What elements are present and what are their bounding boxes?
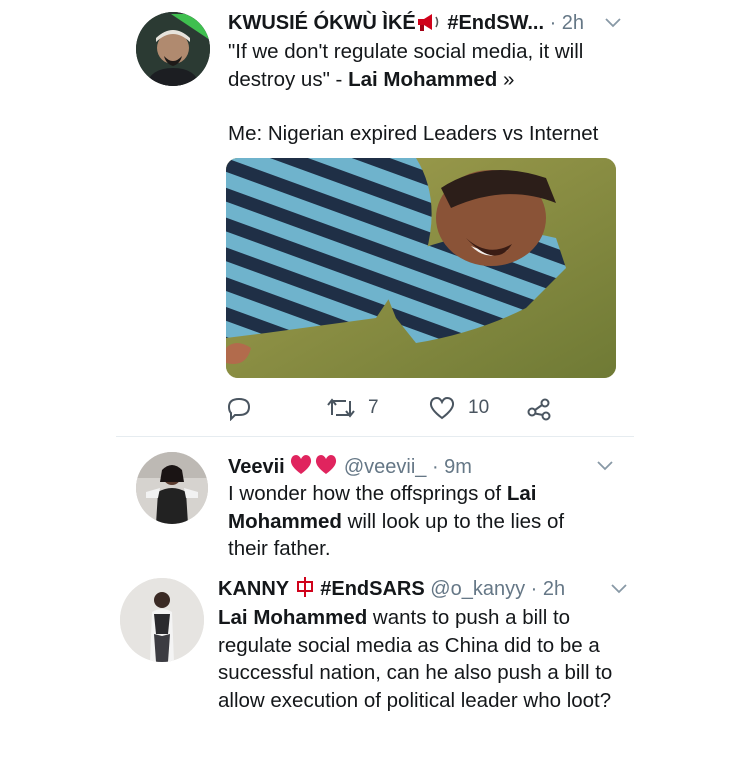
tweet-3[interactable]: KANNY #EndSARS @o_kanyy · 2h Lai Mohamme… xyxy=(0,566,750,757)
tweet-text-line: Me: Nigerian expired Leaders vs Internet xyxy=(228,122,599,145)
tweet-1[interactable]: KWUSIÉ ÓKWÙ ÌKÉ #EndSW... · 2h "If we do… xyxy=(0,0,750,440)
chevron-down-icon[interactable] xyxy=(596,460,614,472)
hashtag[interactable]: #EndSW... xyxy=(447,12,544,34)
timestamp[interactable]: · 9m xyxy=(432,456,472,478)
like-button[interactable]: 10 xyxy=(428,394,489,422)
megaphone-icon xyxy=(416,12,442,39)
mention-bold: Lai Mohammed xyxy=(348,67,498,91)
avatar[interactable] xyxy=(120,578,204,662)
china-character-icon xyxy=(295,576,315,605)
tweet-header: KANNY #EndSARS @o_kanyy · 2h xyxy=(218,576,565,605)
retweet-count: 7 xyxy=(368,397,379,418)
user-handle[interactable]: @veevii_ xyxy=(344,456,427,478)
reply-button[interactable] xyxy=(226,394,252,422)
display-name[interactable]: KANNY xyxy=(218,578,289,600)
tweet-2[interactable]: Veevii @veevii_ · 9m I wonder how the of… xyxy=(0,440,750,570)
retweet-button[interactable]: 7 xyxy=(326,394,379,422)
display-name[interactable]: Veevii xyxy=(228,456,285,478)
timestamp[interactable]: · 2h xyxy=(531,578,565,600)
tweet-actions: 7 10 xyxy=(226,394,626,422)
chevron-down-icon[interactable] xyxy=(604,17,622,29)
hashtag[interactable]: #EndSARS xyxy=(320,578,424,600)
red-heart-icon xyxy=(290,454,338,483)
divider xyxy=(116,436,634,437)
tweet-image[interactable] xyxy=(226,158,616,378)
share-icon xyxy=(527,398,551,421)
avatar[interactable] xyxy=(136,452,208,524)
user-handle[interactable]: @o_kanyy xyxy=(430,578,525,600)
share-button[interactable] xyxy=(526,394,552,422)
like-count: 10 xyxy=(468,397,490,418)
reply-icon xyxy=(227,397,251,421)
tweet-text: Lai Mohammed wants to push a bill to reg… xyxy=(218,606,613,712)
heart-icon xyxy=(429,396,455,420)
tweet-header: KWUSIÉ ÓKWÙ ÌKÉ #EndSW... · 2h xyxy=(228,10,584,39)
mention-bold: Lai Mohammed xyxy=(218,606,368,629)
tweet-header: Veevii @veevii_ · 9m xyxy=(228,454,472,483)
avatar[interactable] xyxy=(136,12,210,86)
display-name[interactable]: KWUSIÉ ÓKWÙ ÌKÉ xyxy=(228,12,416,34)
tweet-text: "If we don't regulate social media, it w… xyxy=(228,38,628,148)
tweet-text: I wonder how the offsprings of Lai Moham… xyxy=(228,482,565,560)
retweet-icon xyxy=(327,398,355,418)
chevron-down-icon[interactable] xyxy=(610,583,628,595)
tweet-text-quote: "If we don't regulate social media, it w… xyxy=(228,40,584,91)
timestamp[interactable]: · 2h xyxy=(550,12,584,34)
